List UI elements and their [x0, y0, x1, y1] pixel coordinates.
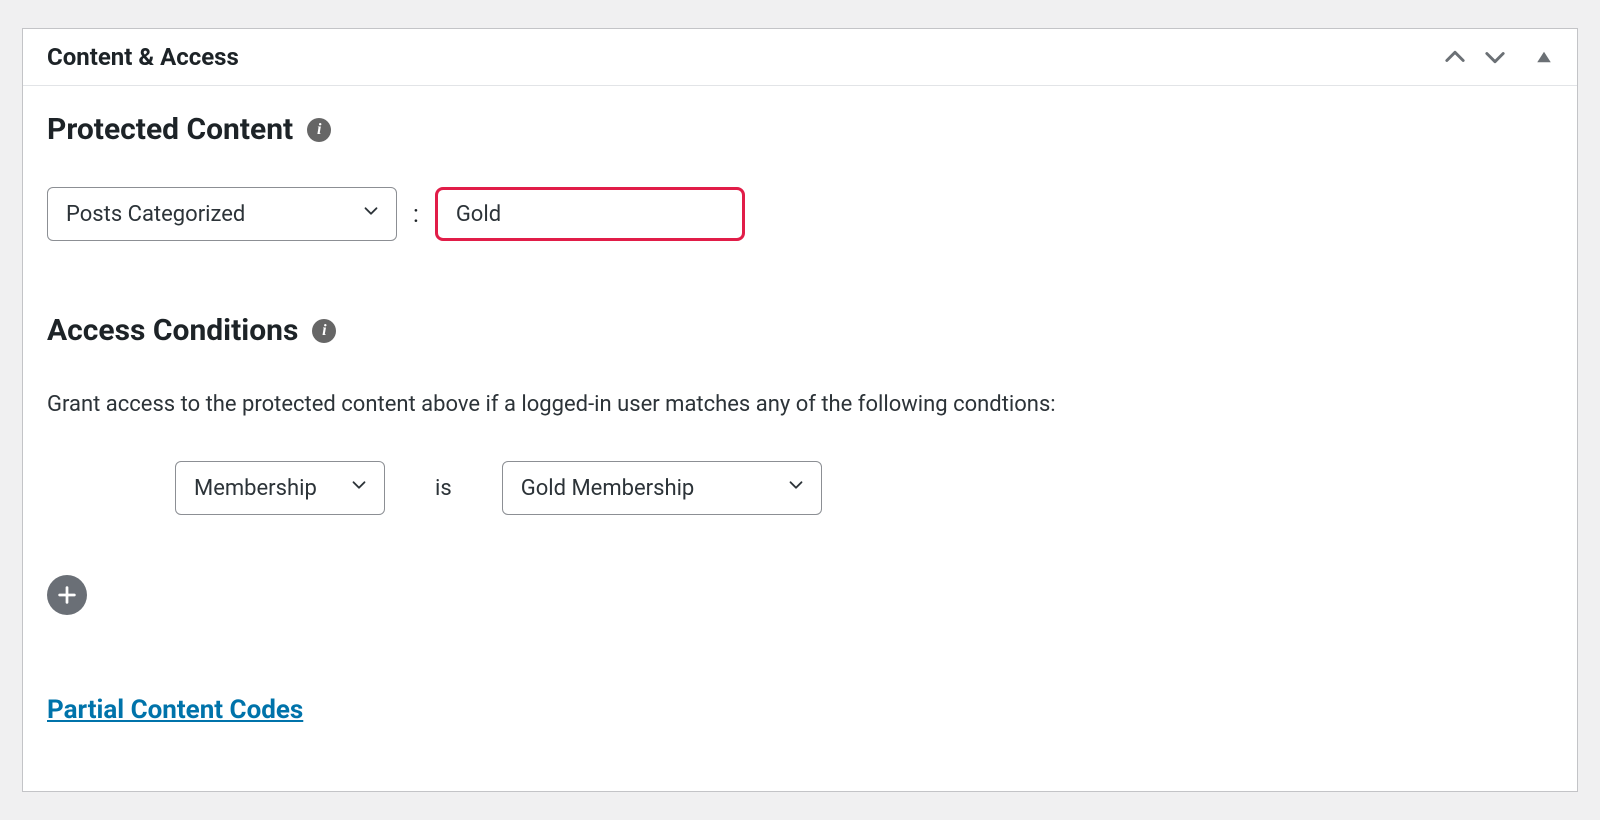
panel-title: Content & Access — [47, 43, 239, 71]
move-up-icon[interactable] — [1441, 43, 1469, 71]
partial-content-codes-link[interactable]: Partial Content Codes — [47, 695, 303, 725]
panel-controls — [1441, 43, 1553, 71]
page-stage: Content & Access Protected Content i — [0, 0, 1600, 820]
panel-header: Content & Access — [23, 29, 1577, 86]
access-conditions-description: Grant access to the protected content ab… — [47, 388, 1553, 421]
chevron-down-icon — [360, 200, 382, 228]
protected-content-type-label: Posts Categorized — [66, 202, 245, 227]
protected-content-title: Protected Content — [47, 112, 293, 147]
content-access-panel: Content & Access Protected Content i — [22, 28, 1578, 792]
panel-body: Protected Content i Posts Categorized : … — [23, 86, 1577, 791]
condition-operator: is — [401, 476, 486, 501]
partial-content-codes-row: Partial Content Codes — [47, 695, 1553, 725]
category-input[interactable]: Gold — [435, 187, 745, 241]
collapse-icon[interactable] — [1535, 48, 1553, 66]
move-down-icon[interactable] — [1481, 43, 1509, 71]
condition-right-select[interactable]: Gold Membership — [502, 461, 822, 515]
add-condition-button[interactable] — [47, 575, 87, 615]
add-condition-row — [47, 575, 1553, 615]
access-conditions-heading-row: Access Conditions i — [47, 313, 1553, 348]
condition-left-select[interactable]: Membership — [175, 461, 385, 515]
access-conditions-title: Access Conditions — [47, 313, 298, 348]
protected-content-type-select[interactable]: Posts Categorized — [47, 187, 397, 241]
condition-right-label: Gold Membership — [521, 476, 695, 501]
info-icon[interactable]: i — [307, 118, 331, 142]
condition-left-label: Membership — [194, 476, 317, 501]
colon-separator: : — [413, 200, 419, 228]
category-value: Gold — [456, 202, 501, 227]
info-icon[interactable]: i — [312, 319, 336, 343]
protected-content-row: Posts Categorized : Gold — [47, 187, 1553, 241]
chevron-down-icon — [785, 474, 807, 502]
condition-row: Membership is Gold Membership — [47, 461, 1553, 515]
protected-content-heading-row: Protected Content i — [47, 112, 1553, 147]
chevron-down-icon — [348, 474, 370, 502]
